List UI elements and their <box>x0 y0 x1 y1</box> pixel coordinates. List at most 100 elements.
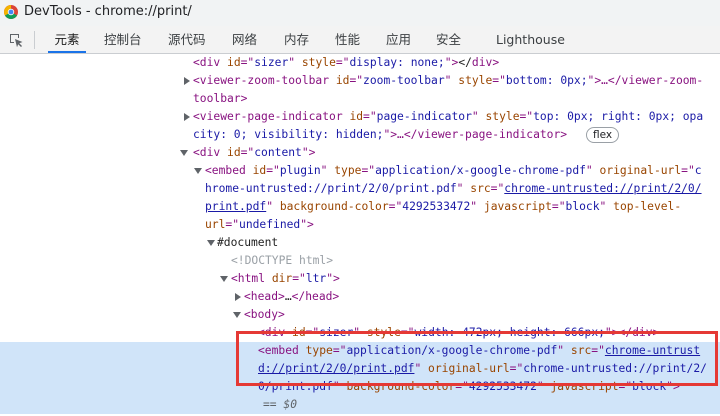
dom-line-text: <viewer-page-indicator id="page-indicato… <box>193 108 703 126</box>
inspect-element-icon[interactable] <box>8 32 24 48</box>
dom-line-text: <html dir="ltr"> <box>231 270 340 288</box>
code-token: <head> <box>244 290 285 303</box>
dom-node-line[interactable]: <viewer-zoom-toolbar id="zoom-toolbar" s… <box>0 72 720 90</box>
dom-line-text: <div id="sizer" style="display: none;"><… <box>193 54 499 72</box>
flex-badge[interactable]: flex <box>586 127 620 143</box>
dom-line-text: city: 0; visibility: hidden;">…</viewer-… <box>193 126 567 144</box>
code-token: content <box>254 146 302 159</box>
code-token: "> <box>301 146 316 159</box>
code-token: =" <box>490 182 505 195</box>
dom-node-line[interactable]: <div id="sizer" style="display: none;"><… <box>0 54 720 72</box>
code-token: … <box>284 290 292 303</box>
code-token: <embed <box>205 164 253 177</box>
code-token: #document <box>217 236 279 249</box>
dom-node-line[interactable]: <body> <box>0 306 720 324</box>
code-token: background-color <box>279 200 389 213</box>
code-token: id <box>252 164 267 177</box>
collapse-arrow-icon[interactable] <box>207 240 215 246</box>
expand-arrow-icon[interactable] <box>235 293 241 301</box>
code-token: type <box>334 164 362 177</box>
dom-line-text: <embed id="plugin" type="application/x-g… <box>205 162 702 180</box>
code-token: =" <box>388 200 403 213</box>
code-token: id <box>335 74 350 87</box>
dom-line-text: <!DOCTYPE html> <box>231 252 333 270</box>
code-token: </ <box>458 56 472 69</box>
code-token: " <box>266 200 280 213</box>
code-token: =" <box>240 56 255 69</box>
tab-lighthouse[interactable]: Lighthouse <box>496 26 565 53</box>
dom-node-line[interactable]: <!DOCTYPE html> <box>0 252 720 270</box>
code-token: dir <box>271 272 293 285</box>
code-token: ">…</viewer-zoom- <box>587 74 704 87</box>
dom-node-line[interactable]: <embed id="plugin" type="application/x-g… <box>0 162 720 180</box>
dom-line-text: <body> <box>244 306 285 324</box>
code-token: <div <box>193 56 228 69</box>
code-token: bottom: 0px; <box>505 74 588 87</box>
tab-network[interactable]: 网络 <box>232 26 257 53</box>
code-token: id <box>227 146 241 159</box>
code-token: " <box>456 182 471 195</box>
window-title: DevTools - chrome://print/ <box>24 4 192 19</box>
dom-node-line[interactable]: city: 0; visibility: hidden;">…</viewer-… <box>0 126 720 144</box>
dom-node-line-selected[interactable]: == $0 <box>0 396 720 414</box>
code-token: <body> <box>244 308 285 321</box>
dom-line-text: url="undefined"> <box>205 216 314 234</box>
code-token: </head> <box>291 290 340 303</box>
dom-node-line[interactable]: #document <box>0 234 720 252</box>
code-token: =" <box>519 110 534 123</box>
collapse-arrow-icon[interactable] <box>194 168 202 174</box>
dom-line-text: <head>…</head> <box>244 288 339 306</box>
tab-application[interactable]: 应用 <box>386 26 411 53</box>
code-token: =" <box>266 164 280 177</box>
dom-line-text: hrome-untrusted://print/2/0/print.pdf" s… <box>205 180 702 198</box>
code-token: src <box>470 182 491 195</box>
dom-node-line[interactable]: <html dir="ltr"> <box>0 270 720 288</box>
code-token: "> <box>444 56 459 69</box>
dom-node-line[interactable]: <div id="content"> <box>0 144 720 162</box>
dom-node-line[interactable]: <viewer-page-indicator id="page-indicato… <box>0 108 720 126</box>
code-token: original-url <box>599 164 682 177</box>
code-token: " <box>471 110 486 123</box>
chrome-icon <box>4 5 18 19</box>
code-token: block <box>565 200 600 213</box>
code-token: print.pdf <box>205 200 267 213</box>
code-token: page-indicator <box>376 110 472 123</box>
dom-line-text: #document <box>217 234 278 252</box>
dom-line-text: <div id="content"> <box>193 144 315 162</box>
expand-arrow-icon[interactable] <box>184 113 190 121</box>
code-token: " <box>320 164 335 177</box>
toolbar-separator <box>34 31 35 49</box>
code-token: style <box>458 74 493 87</box>
tab-sources[interactable]: 源代码 <box>168 26 206 53</box>
code-token: div> <box>471 56 500 69</box>
highlight-annotation-box <box>236 331 718 386</box>
collapse-arrow-icon[interactable] <box>233 312 241 318</box>
code-token: =" <box>492 74 506 87</box>
tab-console[interactable]: 控制台 <box>104 26 142 53</box>
dom-node-line[interactable]: url="undefined"> <box>0 216 720 234</box>
tab-memory[interactable]: 内存 <box>284 26 309 53</box>
collapse-arrow-icon[interactable] <box>220 276 228 282</box>
collapse-arrow-icon[interactable] <box>180 150 188 156</box>
code-token: =" <box>225 218 240 231</box>
code-token: "> <box>300 218 314 231</box>
code-token: undefined <box>239 218 301 231</box>
code-token: display: none; <box>349 56 445 69</box>
dom-node-line[interactable]: print.pdf" background-color="4292533472"… <box>0 198 720 216</box>
tab-elements[interactable]: 元素 <box>48 26 86 53</box>
dom-node-line[interactable]: <head>…</head> <box>0 288 720 306</box>
expand-arrow-icon[interactable] <box>184 77 190 85</box>
code-token: c <box>694 164 702 177</box>
code-token: id <box>349 110 364 123</box>
code-token: chrome-untrusted://print/2/0/ <box>504 182 702 195</box>
code-token: 4292533472 <box>402 200 471 213</box>
devtools-tabbar: 元素 控制台 源代码 网络 内存 性能 应用 安全 Lighthouse <box>0 26 720 54</box>
tab-performance[interactable]: 性能 <box>335 26 360 53</box>
code-token: city: 0; visibility: hidden; <box>193 128 384 141</box>
dom-node-line[interactable]: toolbar> <box>0 90 720 108</box>
dom-node-line[interactable]: hrome-untrusted://print/2/0/print.pdf" s… <box>0 180 720 198</box>
tab-security[interactable]: 安全 <box>436 26 461 53</box>
code-token: ">…</viewer-page-indicator> <box>383 128 568 141</box>
code-token: =" <box>363 110 377 123</box>
code-token: toolbar> <box>193 92 248 105</box>
